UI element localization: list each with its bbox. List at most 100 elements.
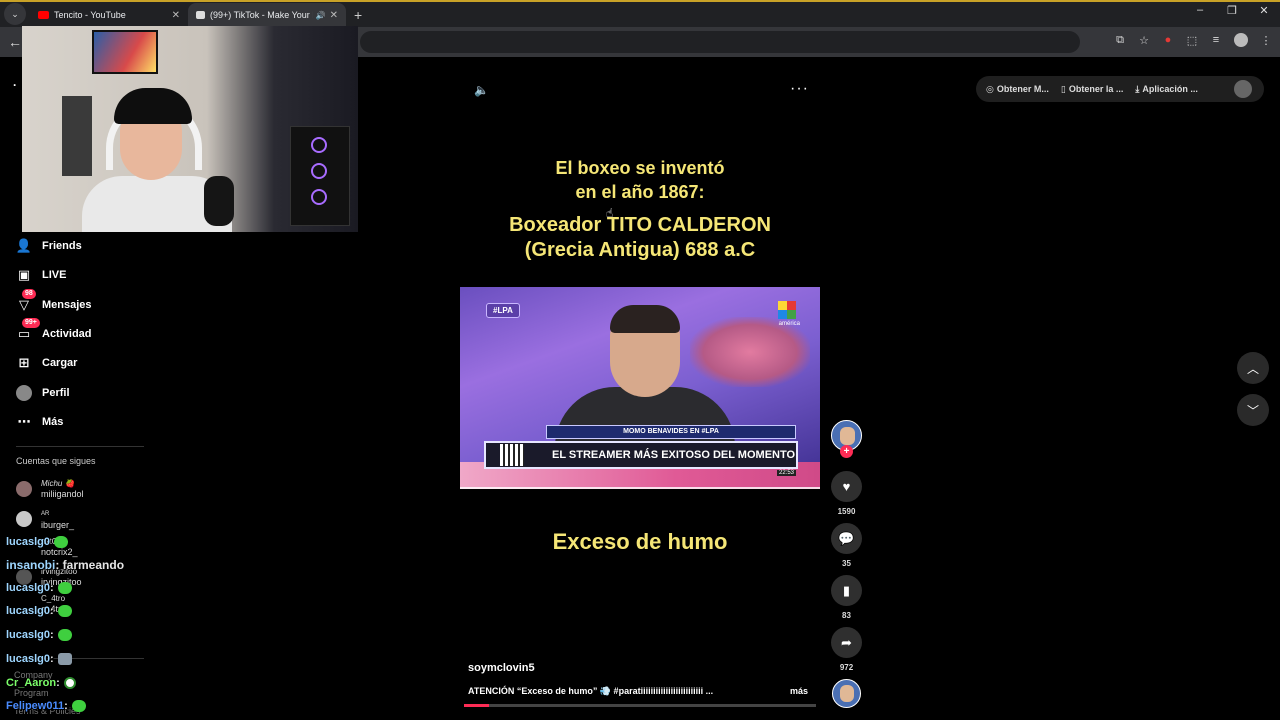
close-tab-icon[interactable]: ✕ [172, 10, 180, 21]
video-text-middle: Boxeador TITO CALDERON (Grecia Antigua) … [460, 213, 820, 263]
menu-kebab-icon[interactable]: ⋮ [1260, 34, 1272, 47]
sidebar-item-live[interactable]: ▣ LIVE [16, 267, 67, 283]
extensions-puzzle-icon[interactable]: ⬚ [1186, 34, 1198, 47]
tab-tiktok[interactable]: (99+) TikTok - Make Your Day 🔊 ✕ [188, 3, 346, 27]
back-arrow-icon[interactable]: ← [8, 34, 22, 50]
chat-message: lucaslg0 : [6, 629, 72, 641]
sidebar-item-more[interactable]: ⋯ Más [16, 414, 64, 430]
avatar [16, 481, 32, 497]
speaker-icon[interactable]: 🔊 [316, 11, 326, 20]
video-caption: ATENCIÓN “Exceso de humo” 💨 #paratiiiiii… [468, 686, 714, 696]
sidebar-item-label: Más [42, 416, 64, 428]
follow-plus-icon[interactable]: + [840, 445, 853, 458]
channel-logo-icon [778, 301, 796, 319]
sidebar-item-upload[interactable]: ⊞ Cargar [16, 355, 78, 371]
tab-search-button[interactable]: ⌄ [4, 3, 26, 25]
profile-avatar-icon[interactable] [1234, 33, 1248, 47]
messages-badge: 98 [22, 289, 36, 299]
tiktok-logo-fragment: · [13, 78, 17, 92]
like-button[interactable]: ♥ [831, 471, 862, 502]
chat-username: Felipew011 [6, 700, 65, 712]
video-text-line: Boxeador TITO CALDERON [509, 214, 771, 236]
video-clip[interactable]: #LPA américa MOMO BENAVIDES EN #LPA EL S… [460, 287, 820, 489]
phone-icon: ▯ [1060, 83, 1066, 94]
clip-timestamp: 22:53 [776, 470, 796, 476]
install-app-icon[interactable]: ⧉ [1114, 34, 1126, 47]
close-tab-icon[interactable]: ✕ [330, 10, 338, 21]
maximize-button[interactable]: ❐ [1216, 4, 1248, 17]
bookmark-icon: ▮ [842, 582, 851, 598]
clip-hashtag: #LPA [486, 303, 520, 318]
caption-more-button[interactable]: más [790, 686, 808, 696]
avatar [16, 511, 32, 527]
desktop-app-button[interactable]: ⤓ Aplicación ... [1135, 84, 1198, 95]
sidebar-item-messages[interactable]: ▽ 98 Mensajes [16, 289, 92, 313]
get-app-bar: ◎ Obtener M... ▯ Obtener la ... ⤓ Aplicació… [976, 76, 1264, 102]
chat-username: lucaslg0 [6, 629, 51, 641]
video-author[interactable]: soymclovin5 [468, 662, 535, 674]
chat-username: lucaslg0 [6, 605, 51, 617]
emote-icon [57, 653, 72, 665]
toolbar-icons: ⧉ ☆ ● ⬚ ≡ ⋮ [1114, 33, 1272, 47]
more-icon: ⋯ [17, 414, 31, 429]
qr-code-icon [500, 444, 524, 466]
live-icon: ▣ [17, 267, 31, 282]
new-tab-button[interactable]: + [354, 7, 362, 23]
footer-program-link[interactable]: Program [14, 688, 49, 698]
get-coins-button[interactable]: ◎ Obtener M... [986, 84, 1049, 95]
chat-username: lucaslg0 [6, 536, 51, 548]
comment-button[interactable]: 💬 [831, 523, 862, 554]
video-text-line: (Grecia Antigua) 688 a.C [524, 239, 756, 261]
chat-message: lucaslg0 [6, 536, 69, 548]
sidebar-item-label: Perfil [42, 387, 70, 399]
chat-text: : [50, 582, 54, 594]
previous-video-button[interactable]: ︿ [1237, 352, 1269, 384]
sidebar-item-label: Mensajes [42, 299, 92, 311]
user-avatar[interactable] [1234, 80, 1252, 98]
save-count: 83 [842, 611, 851, 620]
chat-username: Cr_Aaron [6, 677, 57, 689]
pc-case [290, 126, 350, 226]
tab-youtube[interactable]: Tencito - YouTube ✕ [30, 3, 188, 27]
friends-icon: 👤 [15, 238, 33, 253]
coin-icon: ◎ [986, 83, 994, 94]
share-icon: ➦ [841, 634, 852, 650]
extension-red-icon[interactable]: ● [1162, 34, 1174, 46]
volume-icon[interactable]: 🔈 [474, 83, 489, 97]
emote-icon [63, 677, 76, 689]
chat-message: lucaslg0 : [6, 653, 72, 665]
lower-third-small: MOMO BENAVIDES EN #LPA [546, 425, 796, 439]
minimize-button[interactable]: – [1184, 4, 1216, 17]
comment-icon: 💬 [838, 530, 855, 546]
account-handle: miliigandol [41, 489, 84, 499]
video-text-top: El boxeo se inventó en el año 1867: [460, 156, 820, 204]
get-app-button[interactable]: ▯ Obtener la ... [1061, 84, 1123, 95]
sidebar-item-label: Friends [42, 240, 82, 252]
share-button[interactable]: ➦ [831, 627, 862, 658]
following-account[interactable]: AR iburger_ [16, 507, 74, 531]
sound-avatar[interactable] [832, 679, 861, 708]
more-options-icon[interactable]: ··· [790, 80, 809, 98]
following-account[interactable]: Michu 🍓 miliigandol [16, 478, 84, 500]
get-bar-label: Aplicación ... [1142, 84, 1198, 94]
next-video-button[interactable]: ﹀ [1237, 394, 1269, 426]
sidebar-item-profile[interactable]: Perfil [16, 385, 70, 401]
chevron-down-icon: ﹀ [1246, 403, 1259, 418]
video-progress-bar[interactable] [464, 704, 816, 707]
chat-message: Cr_Aaron : [6, 677, 76, 689]
comment-count: 35 [842, 559, 851, 568]
sidebar-item-label: LIVE [42, 269, 67, 281]
address-bar[interactable] [360, 31, 1080, 53]
account-display-name: Michu 🍓 [41, 479, 75, 488]
sidebar-item-friends[interactable]: 👤 Friends [16, 238, 82, 254]
get-bar-label: Obtener M... [996, 84, 1049, 94]
emote-icon [54, 536, 69, 548]
sidebar-item-activity[interactable]: ▭ 99+ Actividad [16, 318, 92, 342]
bookmark-star-icon[interactable]: ☆ [1138, 34, 1150, 47]
browser-tab-bar: ⌄ Tencito - YouTube ✕ (99+) TikTok - Mak… [0, 0, 1280, 27]
save-button[interactable]: ▮ [831, 575, 862, 606]
media-control-icon[interactable]: ≡ [1210, 34, 1222, 46]
lower-third-big: EL STREAMER MÁS EXITOSO DEL MOMENTO [484, 441, 798, 469]
close-window-button[interactable]: ✕ [1248, 4, 1280, 17]
download-icon: ⤓ [1135, 83, 1140, 94]
